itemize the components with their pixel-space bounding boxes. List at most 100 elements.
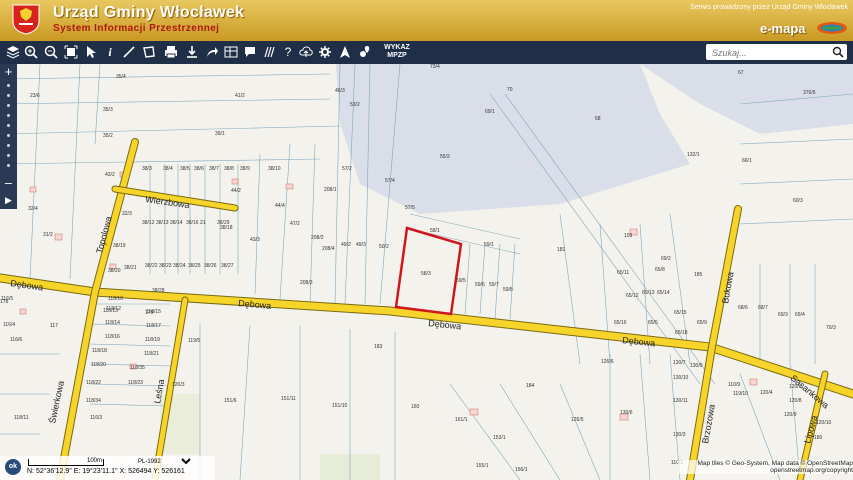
parcel-label: 184 <box>526 383 535 389</box>
parcel-label: 38/16 <box>186 220 199 226</box>
parcel-label: 59/7 <box>489 282 499 288</box>
parcel-label: 38/19 <box>113 243 126 249</box>
zoom-level-dot[interactable] <box>7 124 10 127</box>
comment-icon[interactable] <box>241 43 259 61</box>
search-box <box>706 44 847 62</box>
parcel-label: 117 <box>50 323 58 329</box>
parcel-label: 38/10 <box>268 166 281 172</box>
share-icon[interactable] <box>203 43 221 61</box>
parcel-label: 118/34 <box>86 398 101 404</box>
parcel-label: 57/4 <box>385 178 395 184</box>
panel-toggle-button[interactable]: ▶ <box>0 192 17 209</box>
parcel-label: 44/2 <box>231 188 241 194</box>
parcel-label: 118/10 <box>108 296 123 302</box>
coordinates-readout: N: 52°36'12.9" E: 19°23'11.1" X: 526494 … <box>27 468 185 475</box>
parcel-label: 38/8 <box>224 166 234 172</box>
coat-of-arms-icon <box>12 4 40 35</box>
parcel-label: 70 <box>507 87 513 93</box>
wykaz-label: WYKAZ <box>384 44 410 51</box>
parcel-label: 183 <box>374 344 383 350</box>
zoom-out-button[interactable]: – <box>2 176 15 189</box>
map-svg[interactable]: Dębowa Dębowa Dębowa Dębowa Wierzbowa To… <box>0 64 853 480</box>
parcel-label: 39/1 <box>215 131 225 137</box>
help-icon[interactable]: ? <box>279 43 297 61</box>
parcel-label: 130/3 <box>673 432 686 438</box>
location-pin-icon[interactable] <box>356 43 374 61</box>
zoom-out-icon[interactable] <box>42 43 60 61</box>
parcel-label: 38/28 <box>152 288 165 294</box>
parcel-label: 65/8 <box>655 267 665 273</box>
parcel-label: 118/23 <box>128 380 143 386</box>
parcel-label: 185 <box>694 272 703 278</box>
zoom-level-dot[interactable] <box>7 84 10 87</box>
parcel-label: 35/2 <box>103 133 113 139</box>
zoom-level-dot[interactable] <box>7 154 10 157</box>
parcel-label: 116/3 <box>90 415 102 421</box>
upload-icon[interactable] <box>297 43 315 61</box>
map-canvas[interactable]: Dębowa Dębowa Dębowa Dębowa Wierzbowa To… <box>0 64 853 480</box>
parcel-label: 118/19 <box>145 337 160 343</box>
zoom-level-dot[interactable] <box>7 94 10 97</box>
map-attribution: Map tiles © Geo-System, Map data © OpenS… <box>678 460 853 474</box>
parcel-label: 132/1 <box>687 152 700 158</box>
parcel-label: 73/4 <box>430 64 440 70</box>
attribution-link[interactable]: openstreetmap.org/copyright <box>678 467 853 474</box>
parcel-label: 38/7 <box>209 166 219 172</box>
settings-icon[interactable] <box>316 43 334 61</box>
parcel-label: 126/5 <box>571 417 584 423</box>
parcel-label: 69/3 <box>778 312 788 318</box>
full-extent-icon[interactable] <box>62 43 80 61</box>
toolbar: i ? WYKAZ MPZP <box>0 41 853 65</box>
parcel-label: 118/20 <box>91 362 106 368</box>
search-icon[interactable] <box>832 46 844 58</box>
ok-button[interactable]: ok <box>5 459 21 475</box>
parcel-label: 38/22 <box>145 263 158 269</box>
parcel-label: 43/3 <box>250 237 260 243</box>
parcel-label: 155/1 <box>476 463 489 469</box>
parcel-label: 32/4 <box>28 206 38 212</box>
zoom-level-dot[interactable] <box>7 114 10 117</box>
parcel-label: 65/14 <box>657 290 670 296</box>
zoom-in-icon[interactable] <box>22 43 40 61</box>
parcel-label: 67 <box>738 70 744 76</box>
pointer-icon[interactable] <box>82 43 100 61</box>
parcel-label: 69/2 <box>661 256 671 262</box>
parcel-label: 130/11 <box>673 398 688 404</box>
parcel-label: 151/6 <box>224 398 237 404</box>
parcel-label: 130/9 <box>690 363 703 369</box>
app-subtitle: System Informacji Przestrzennej <box>53 23 220 34</box>
grid-icon[interactable] <box>222 43 240 61</box>
parcel-label: 153/1 <box>493 435 506 441</box>
measure-area-icon[interactable] <box>140 43 158 61</box>
zoom-level-dot[interactable] <box>7 134 10 137</box>
zoom-level-dot[interactable] <box>7 104 10 107</box>
parcel-label: 59/5 <box>456 278 466 284</box>
parcel-label: 65/16 <box>614 320 627 326</box>
parcel-label: 151/10 <box>332 403 348 409</box>
emapa-logo-icon[interactable] <box>816 21 848 35</box>
zoom-in-button[interactable]: + <box>2 65 15 78</box>
attribution-line: Map tiles © Geo-System, Map data © OpenS… <box>697 460 853 467</box>
wykaz-mpzp-button[interactable]: WYKAZ MPZP <box>380 44 414 60</box>
zoom-level-dot[interactable] <box>7 164 10 167</box>
zoom-level-dot[interactable] <box>7 144 10 147</box>
hatch-icon[interactable] <box>261 43 279 61</box>
parcel-label: 35/3 <box>103 107 113 113</box>
info-icon[interactable]: i <box>101 43 119 61</box>
emapa-brand[interactable]: e-mapa <box>760 21 806 36</box>
parcel-label: 208/3 <box>300 280 313 286</box>
app-title: Urząd Gminy Włocławek <box>53 4 245 21</box>
measure-line-icon[interactable] <box>120 43 138 61</box>
parcel-label: 59/1 <box>484 242 494 248</box>
print-icon[interactable] <box>162 43 180 61</box>
parcel-label: 180 <box>814 435 823 441</box>
navigation-icon[interactable] <box>336 43 354 61</box>
crs-select[interactable]: PL-1992 <box>134 457 194 466</box>
parcel-label: 68/7 <box>758 305 768 311</box>
download-icon[interactable] <box>183 43 201 61</box>
parcel-label: 41/2 <box>235 93 245 99</box>
layers-icon[interactable] <box>4 43 22 61</box>
parcel-label: 126/6 <box>601 359 614 365</box>
search-input[interactable] <box>710 44 832 62</box>
parcel-label: 58/3 <box>421 271 431 277</box>
